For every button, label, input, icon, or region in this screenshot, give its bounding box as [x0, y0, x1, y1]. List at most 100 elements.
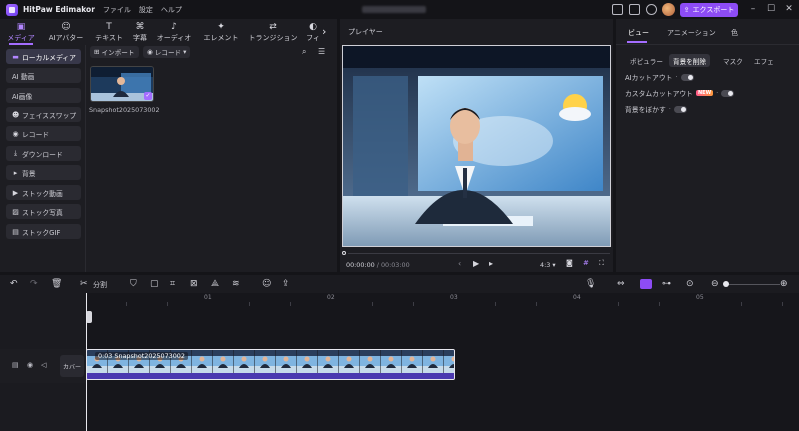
resize-icon[interactable]: ⊠ [190, 279, 198, 289]
menu-file[interactable]: ファイル [103, 5, 131, 15]
ai-cutout-toggle[interactable] [680, 73, 694, 81]
video-preview[interactable] [342, 45, 611, 247]
maximize-icon[interactable]: ☐ [766, 4, 776, 14]
tab-color[interactable]: 色 [731, 28, 738, 38]
subtab-remove-bg[interactable]: 背景を削除 [669, 54, 710, 67]
tab-ai-avatar[interactable]: ☺ AIアバター [45, 21, 87, 43]
subtab-effect[interactable]: エフェ [750, 54, 778, 67]
track-visibility-icon[interactable]: ◉ [27, 361, 33, 369]
sidebar-item-ai-image[interactable]: AI画像 [6, 88, 81, 103]
split-icon[interactable]: ✂ [80, 279, 88, 289]
stock-video-icon: ▶ [12, 188, 19, 197]
clip-audio-strip [87, 373, 454, 379]
tab-label: テキスト [95, 34, 123, 42]
app-logo-icon [6, 3, 18, 16]
undo-icon[interactable]: ↶ [10, 279, 18, 289]
zoom-in-icon[interactable]: ⊕ [780, 279, 788, 289]
scrub-bar[interactable] [348, 253, 610, 254]
menu-settings[interactable]: 設定 [139, 5, 153, 15]
tab-transition[interactable]: ⇄ トランジション [247, 21, 299, 43]
sidebar-item-background[interactable]: ▸ 背景 [6, 165, 81, 180]
tab-audio[interactable]: ♪ オーディオ [155, 21, 193, 43]
custom-cutout-toggle[interactable] [721, 89, 735, 97]
export-button[interactable]: ⇪ エクスポート [680, 3, 738, 17]
import-button[interactable]: ⊞ インポート [90, 46, 139, 58]
tab-element[interactable]: ✦ エレメント [201, 21, 241, 43]
track-lock-icon[interactable]: ▤ [12, 361, 19, 369]
sidebar-item-label: レコード [22, 130, 50, 139]
layout-icon[interactable] [612, 4, 623, 15]
crop-icon[interactable]: ⌗ [170, 279, 175, 289]
sidebar-item-ai-video[interactable]: AI 動画 [6, 68, 81, 83]
tool-tabs: ▣ メディア ☺ AIアバター T テキスト ⌘ 字幕 ♪ オーディオ ✦ エレ… [0, 19, 337, 45]
chevron-down-icon: ▾ [552, 261, 556, 269]
snap-icon[interactable]: ⊶ [662, 279, 671, 289]
menu-help[interactable]: ヘルプ [161, 5, 182, 15]
mirror-icon[interactable]: ⟁ [211, 279, 219, 289]
sidebar-item-local-media[interactable]: ▬ ローカルメディア [6, 49, 81, 64]
chevron-right-icon[interactable]: › [322, 25, 326, 38]
aspect-dropdown[interactable]: 4:3 ▾ [540, 261, 556, 269]
tab-filter[interactable]: ◐ フィ [304, 21, 322, 43]
next-frame-icon[interactable]: ▸ [489, 259, 493, 268]
sidebar-item-label: ダウンロード [22, 150, 63, 159]
sidebar-item-stock-photo[interactable]: ▨ ストック写真 [6, 204, 81, 219]
preview-icon[interactable]: ⊙ [686, 279, 694, 289]
ruler-label: 05 [696, 294, 704, 301]
list-view-icon[interactable]: ☰ [318, 47, 325, 56]
ruler-label: 04 [573, 294, 581, 301]
sidebar-item-stock-gif[interactable]: ▤ ストックGIF [6, 224, 81, 239]
tab-media[interactable]: ▣ メディア [6, 21, 36, 43]
subtab-mask[interactable]: マスク [719, 54, 747, 67]
sidebar-item-stock-video[interactable]: ▶ ストック動画 [6, 185, 81, 200]
tab-label: フィ [306, 34, 320, 42]
zoom-handle[interactable] [723, 281, 729, 287]
sidebar-item-face-swap[interactable]: ☻ フェイススワップ [6, 107, 81, 122]
microphone-icon[interactable]: 🎙 [585, 279, 596, 289]
tick [536, 302, 537, 306]
redo-icon[interactable]: ↷ [30, 279, 38, 289]
media-thumbnail[interactable]: ✓ [90, 66, 154, 102]
export-frame-icon[interactable]: ⇪ [282, 279, 290, 289]
zoom-out-icon[interactable]: ⊖ [711, 279, 719, 289]
grid-icon[interactable]: # [583, 259, 589, 267]
ruler-label: 01 [204, 294, 212, 301]
fullscreen-icon[interactable]: ⛶ [599, 259, 604, 268]
prev-frame-icon[interactable]: ‹ [458, 259, 461, 268]
record-dropdown[interactable]: ◉ レコード ▾ [143, 46, 191, 58]
delete-icon[interactable]: 🗑 [51, 279, 62, 289]
tab-animation[interactable]: アニメーション [667, 28, 716, 38]
split-label[interactable]: 分割 [93, 280, 107, 290]
tab-subtitle[interactable]: ⌘ 字幕 [130, 21, 150, 43]
sidebar-item-record[interactable]: ◉ レコード [6, 126, 81, 141]
magnet-icon[interactable] [640, 279, 652, 289]
download-icon[interactable] [646, 4, 657, 15]
track-mute-icon[interactable]: ◁ [41, 361, 46, 369]
minimize-icon[interactable]: – [748, 4, 758, 14]
search-icon[interactable]: ⌕ [302, 47, 306, 57]
playhead[interactable] [86, 293, 87, 431]
tick [249, 302, 250, 306]
avatar[interactable] [662, 3, 675, 16]
video-track-header: ▤ ◉ ◁ カバー [0, 349, 86, 383]
video-clip[interactable]: 0:03 Snapshot2025073002 [86, 349, 455, 380]
zoom-slider[interactable] [724, 284, 780, 285]
snapshot-icon[interactable]: ◙ [566, 259, 573, 267]
shield-icon[interactable]: ⛉ [130, 279, 137, 289]
tab-view[interactable]: ビュー [628, 28, 649, 38]
ruler-label: 02 [327, 294, 335, 301]
close-icon[interactable]: ✕ [784, 4, 794, 14]
scrub-handle[interactable] [342, 251, 346, 255]
tab-label: メディア [7, 34, 35, 42]
tab-text[interactable]: T テキスト [92, 21, 126, 43]
cover-button[interactable]: カバー [60, 355, 84, 377]
text-box-icon[interactable]: ▢ [150, 279, 159, 289]
person-icon[interactable]: ☺ [262, 279, 271, 289]
subtab-popular[interactable]: ポピュラー [626, 54, 667, 67]
link-icon[interactable]: ⇔ [617, 279, 625, 289]
blur-bg-toggle[interactable] [673, 105, 687, 113]
play-icon[interactable]: ▶ [473, 259, 479, 268]
feedback-icon[interactable] [629, 4, 640, 15]
sidebar-item-download[interactable]: ⤓ ダウンロード [6, 146, 81, 161]
adjust-icon[interactable]: ≋ [232, 279, 240, 289]
